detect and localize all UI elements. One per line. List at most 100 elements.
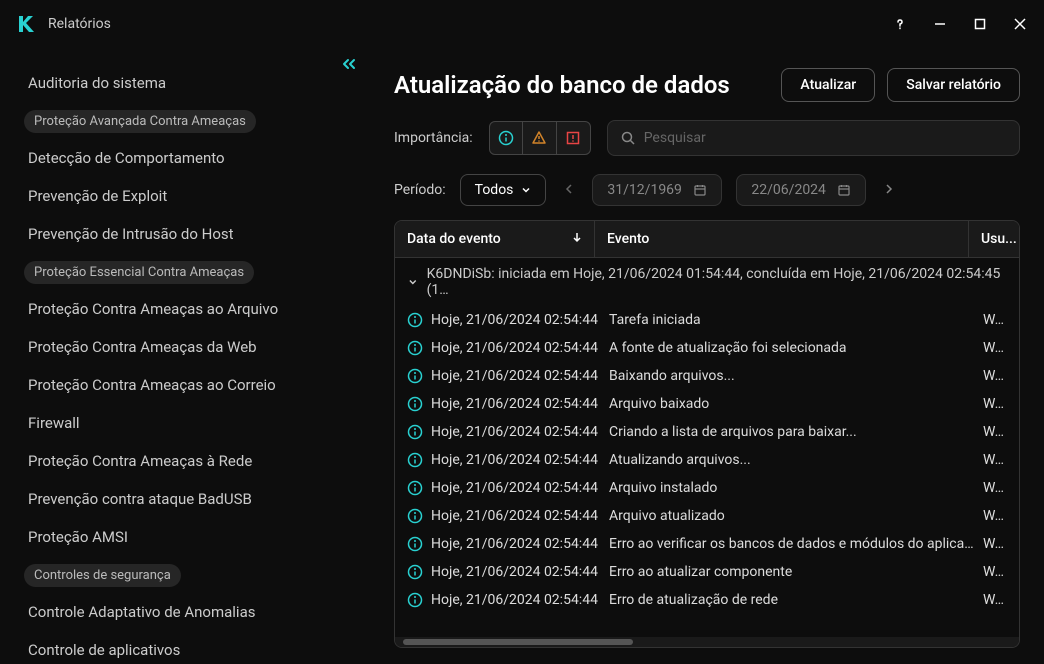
page-title: Atualização do banco de dados [394, 71, 730, 99]
row-event: Baixando arquivos... [609, 368, 983, 384]
column-header-event[interactable]: Evento [595, 221, 969, 257]
sidebar-item[interactable]: Detecção de Comportamento [0, 139, 370, 177]
table-row[interactable]: Hoje, 21/06/2024 02:54:44Tarefa iniciada… [395, 306, 1019, 334]
row-user: W… [983, 312, 1007, 328]
sidebar-item[interactable]: Prevenção de Exploit [0, 177, 370, 215]
chevron-down-icon [521, 185, 531, 195]
row-event: Arquivo baixado [609, 396, 983, 412]
period-dropdown[interactable]: Todos [460, 174, 547, 206]
column-header-date[interactable]: Data do evento [395, 221, 595, 257]
row-user: W… [983, 508, 1007, 524]
refresh-button[interactable]: Atualizar [781, 68, 875, 102]
row-severity-icon [407, 592, 431, 608]
minimize-button[interactable] [932, 16, 948, 32]
help-button[interactable] [892, 16, 908, 32]
severity-warning-toggle[interactable] [523, 121, 557, 155]
info-icon [407, 480, 423, 496]
sidebar-item[interactable]: Controle de aplicativos [0, 631, 370, 664]
row-severity-icon [407, 508, 431, 524]
maximize-button[interactable] [972, 16, 988, 32]
row-severity-icon [407, 424, 431, 440]
severity-critical-toggle[interactable] [557, 121, 591, 155]
table-row[interactable]: Hoje, 21/06/2024 02:54:44A fonte de atua… [395, 334, 1019, 362]
sidebar: Auditoria do sistema Proteção Avançada C… [0, 48, 370, 664]
row-user: W… [983, 564, 1007, 580]
sidebar-item[interactable]: Proteção AMSI [0, 518, 370, 556]
info-icon [407, 312, 423, 328]
close-button[interactable] [1012, 16, 1028, 32]
sidebar-item[interactable]: Proteção Contra Ameaças ao Correio [0, 366, 370, 404]
search-input[interactable] [644, 130, 1007, 146]
row-severity-icon [407, 536, 431, 552]
row-user: W… [983, 592, 1007, 608]
row-date: Hoje, 21/06/2024 02:54:44 [431, 368, 609, 384]
row-severity-icon [407, 480, 431, 496]
info-icon [407, 592, 423, 608]
table-row[interactable]: Hoje, 21/06/2024 02:54:44Criando a lista… [395, 418, 1019, 446]
importance-label: Importância: [394, 130, 473, 146]
date-from-input[interactable]: 31/12/1969 [592, 174, 722, 206]
severity-toggle-group [489, 121, 591, 155]
row-user: W… [983, 424, 1007, 440]
row-event: Atualizando arquivos... [609, 452, 983, 468]
severity-info-toggle[interactable] [489, 121, 523, 155]
row-date: Hoje, 21/06/2024 02:54:44 [431, 424, 609, 440]
table-header: Data do evento Evento Usu... [395, 221, 1019, 258]
row-date: Hoje, 21/06/2024 02:54:44 [431, 508, 609, 524]
chevron-down-icon [407, 276, 419, 288]
sidebar-item[interactable]: Proteção Contra Ameaças da Web [0, 328, 370, 366]
app-logo-icon [16, 14, 36, 34]
row-user: W… [983, 396, 1007, 412]
search-box[interactable] [607, 120, 1020, 156]
row-user: W… [983, 340, 1007, 356]
sidebar-item[interactable]: Prevenção contra ataque BadUSB [0, 480, 370, 518]
row-user: W… [983, 536, 1007, 552]
table-row[interactable]: Hoje, 21/06/2024 02:54:44Arquivo instala… [395, 474, 1019, 502]
table-row[interactable]: Hoje, 21/06/2024 02:54:44Erro ao verific… [395, 530, 1019, 558]
window-title: Relatórios [48, 16, 892, 32]
table-row[interactable]: Hoje, 21/06/2024 02:54:44Atualizando arq… [395, 446, 1019, 474]
sidebar-item-system-audit[interactable]: Auditoria do sistema [0, 64, 370, 102]
period-label: Período: [394, 182, 446, 198]
horizontal-scrollbar-thumb[interactable] [403, 639, 633, 645]
titlebar: Relatórios [0, 0, 1044, 48]
table-row[interactable]: Hoje, 21/06/2024 02:54:44Arquivo baixado… [395, 390, 1019, 418]
calendar-icon [837, 183, 851, 197]
row-severity-icon [407, 312, 431, 328]
sidebar-section-header: Proteção Essencial Contra Ameaças [24, 261, 254, 284]
sidebar-item[interactable]: Controle Adaptativo de Anomalias [0, 593, 370, 631]
sidebar-item[interactable]: Proteção Contra Ameaças à Rede [0, 442, 370, 480]
table-row[interactable]: Hoje, 21/06/2024 02:54:44Baixando arquiv… [395, 362, 1019, 390]
date-to-input[interactable]: 22/06/2024 [736, 174, 866, 206]
table-body[interactable]: K6DNDiSb: iniciada em Hoje, 21/06/2024 0… [395, 258, 1019, 637]
row-date: Hoje, 21/06/2024 02:54:44 [431, 452, 609, 468]
period-dropdown-label: Todos [475, 182, 514, 198]
info-icon [407, 396, 423, 412]
row-date: Hoje, 21/06/2024 02:54:44 [431, 564, 609, 580]
column-header-user-label: Usu... [981, 231, 1017, 247]
horizontal-scrollbar[interactable] [395, 637, 1019, 647]
row-date: Hoje, 21/06/2024 02:54:44 [431, 312, 609, 328]
table-row[interactable]: Hoje, 21/06/2024 02:54:44Erro ao atualiz… [395, 558, 1019, 586]
table-row[interactable]: Hoje, 21/06/2024 02:54:44Arquivo atualiz… [395, 502, 1019, 530]
column-header-date-label: Data do evento [407, 231, 501, 247]
sidebar-item[interactable]: Proteção Contra Ameaças ao Arquivo [0, 290, 370, 328]
sidebar-item[interactable]: Prevenção de Intrusão do Host [0, 215, 370, 253]
sidebar-section-header: Proteção Avançada Contra Ameaças [24, 110, 256, 133]
row-event: Tarefa iniciada [609, 312, 983, 328]
sort-desc-icon [572, 231, 582, 247]
sidebar-item[interactable]: Firewall [0, 404, 370, 442]
date-next-button[interactable] [880, 177, 898, 204]
table-row[interactable]: Hoje, 21/06/2024 02:54:44Erro de atualiz… [395, 586, 1019, 614]
date-prev-button[interactable] [560, 177, 578, 204]
row-date: Hoje, 21/06/2024 02:54:44 [431, 480, 609, 496]
table-group-row[interactable]: K6DNDiSb: iniciada em Hoje, 21/06/2024 0… [395, 258, 1019, 306]
sidebar-section-header: Controles de segurança [24, 564, 181, 587]
main-panel: Atualização do banco de dados Atualizar … [370, 48, 1044, 664]
row-user: W… [983, 368, 1007, 384]
sidebar-collapse-button[interactable] [340, 56, 358, 75]
row-date: Hoje, 21/06/2024 02:54:44 [431, 396, 609, 412]
save-report-button[interactable]: Salvar relatório [887, 68, 1020, 102]
column-header-user[interactable]: Usu... [969, 221, 1019, 257]
info-icon [407, 564, 423, 580]
